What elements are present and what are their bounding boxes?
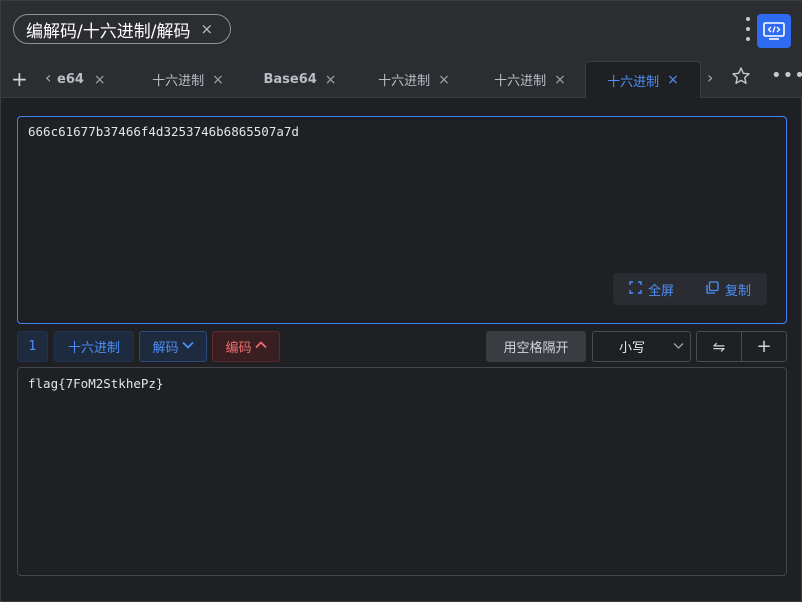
copy-icon [706,280,719,298]
kebab-menu-icon[interactable] [745,17,751,41]
close-icon[interactable]: × [438,72,450,88]
fullscreen-label: 全屏 [647,283,674,299]
add-icon[interactable]: + [741,332,786,361]
tab-label: e64 [57,72,84,87]
more-icon[interactable]: ••• [771,65,802,86]
tab-bar: + ‹ e64 × 十六进制 × Base64 × 十六进制 × 十六进制 × … [1,61,802,98]
fullscreen-icon [629,280,642,298]
encode-label: 编码 [225,341,252,356]
swap-add-group: ⇋ + [696,331,787,362]
close-icon[interactable]: × [212,72,224,88]
output-value: flag{7FoM2StkhePz} [28,376,164,391]
breadcrumb-pill[interactable]: 编解码/十六进制/解码 × [13,14,231,44]
tab-hex-3[interactable]: 十六进制 × [481,61,579,98]
case-select[interactable]: 小写 [592,331,691,362]
decode-button[interactable]: 解码 [139,331,207,362]
decode-label: 解码 [152,341,179,356]
close-icon[interactable]: × [325,72,337,88]
app-window: 编解码/十六进制/解码 × + ‹ e64 × 十六进制 × Base64 × [0,0,802,602]
star-icon[interactable] [731,66,751,91]
copy-button[interactable]: 复制 [706,280,751,299]
add-tab-icon[interactable]: + [11,67,28,91]
close-icon[interactable]: × [554,72,566,88]
chevron-down-icon [181,339,194,354]
copy-label: 复制 [724,283,751,299]
close-icon[interactable]: × [667,72,679,88]
input-action-group: 全屏 复制 [613,273,767,305]
tab-hex-1[interactable]: 十六进制 × [139,61,237,98]
chevron-down-icon [673,339,684,354]
space-separate-button[interactable]: 用空格隔开 [486,331,586,362]
chevron-up-icon [254,339,267,354]
output-textarea[interactable]: flag{7FoM2StkhePz} [17,367,787,576]
tab-base64[interactable]: Base64 × [255,61,345,98]
case-value: 小写 [619,341,646,356]
tab-base64-partial[interactable]: e64 × [57,61,113,98]
code-app-icon[interactable] [757,14,791,48]
close-icon[interactable]: × [94,72,106,88]
item-count-badge: 1 [17,331,48,362]
tab-hex-active[interactable]: 十六进制 × [585,61,701,98]
fullscreen-button[interactable]: 全屏 [629,280,674,299]
tab-hex-2[interactable]: 十六进制 × [365,61,463,98]
tab-label: Base64 [263,72,317,87]
chevron-left-icon[interactable]: ‹ [45,68,51,87]
encode-button[interactable]: 编码 [212,331,280,362]
close-icon[interactable]: × [200,20,213,38]
format-hex-button[interactable]: 十六进制 [54,331,134,362]
tab-label: 十六进制 [494,74,547,89]
input-textarea[interactable]: 666c61677b37466f4d3253746b6865507a7d 全屏 … [17,116,787,324]
tab-label: 十六进制 [607,74,660,90]
chevron-right-icon[interactable]: › [707,68,713,87]
input-value: 666c61677b37466f4d3253746b6865507a7d [28,124,299,139]
tab-label: 十六进制 [378,74,431,89]
page-title: 编解码/十六进制/解码 [26,21,191,42]
tab-label: 十六进制 [152,74,205,89]
swap-icon[interactable]: ⇋ [697,332,741,361]
title-bar: 编解码/十六进制/解码 × [1,1,802,61]
